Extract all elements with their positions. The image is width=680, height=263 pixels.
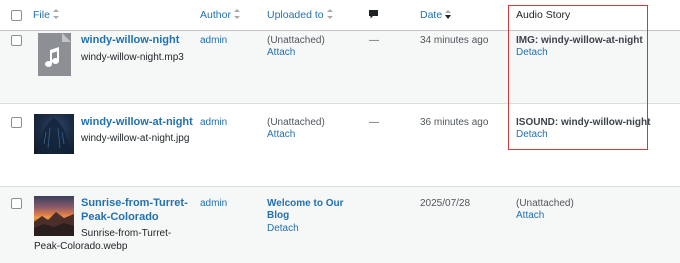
comment-bubble-icon[interactable] <box>368 9 379 23</box>
uploaded-to-post-link-cont[interactable]: Blog <box>267 209 289 222</box>
row-checkbox[interactable] <box>11 35 22 46</box>
column-file[interactable]: File <box>33 9 59 21</box>
date-value: 2025/07/28 <box>420 198 471 209</box>
column-author-label[interactable]: Author <box>200 9 231 21</box>
column-date[interactable]: Date <box>420 9 452 21</box>
sort-icon <box>233 9 240 19</box>
column-date-label[interactable]: Date <box>420 9 442 21</box>
date-value: 36 minutes ago <box>420 117 489 128</box>
column-uploaded-to-label[interactable]: Uploaded to <box>267 9 324 21</box>
media-title-link[interactable]: windy-willow-night <box>81 33 179 47</box>
attach-link[interactable]: Attach <box>267 128 295 141</box>
sort-icon <box>52 9 59 19</box>
media-title-link-cont[interactable]: Peak-Colorado <box>81 210 159 224</box>
media-filename: Sunrise-from-Turret- <box>81 228 172 239</box>
sunrise-landscape-image[interactable] <box>34 196 74 236</box>
select-all-checkbox[interactable] <box>11 10 22 21</box>
sort-desc-icon <box>445 9 452 19</box>
table-row: Sunrise-from-Turret- Peak-Colorado Sunri… <box>0 187 680 263</box>
author-link[interactable]: admin <box>200 116 227 129</box>
night-tree-image[interactable] <box>34 114 74 154</box>
author-link[interactable]: admin <box>200 34 227 47</box>
sort-icon <box>326 9 333 19</box>
attach-link[interactable]: Attach <box>267 46 295 59</box>
attach-link[interactable]: Attach <box>516 209 544 222</box>
media-filename-cont: Peak-Colorado.webp <box>34 241 128 252</box>
date-value: 34 minutes ago <box>420 35 489 46</box>
row-checkbox[interactable] <box>11 198 22 209</box>
row-checkbox[interactable] <box>11 117 22 128</box>
author-link[interactable]: admin <box>200 197 227 210</box>
column-author[interactable]: Author <box>200 9 240 21</box>
comments-count: — <box>369 117 379 128</box>
media-title-link[interactable]: Sunrise-from-Turret- <box>81 196 188 210</box>
column-file-label[interactable]: File <box>33 9 50 21</box>
media-filename: windy-willow-night.mp3 <box>81 52 184 63</box>
music-note-file-icon[interactable] <box>38 33 71 76</box>
column-uploaded-to[interactable]: Uploaded to <box>267 9 333 21</box>
detach-link[interactable]: Detach <box>267 222 299 235</box>
media-filename: windy-willow-at-night.jpg <box>81 133 190 144</box>
comments-count: — <box>369 35 379 46</box>
audio-story-highlight <box>508 5 648 150</box>
media-title-link[interactable]: windy-willow-at-night <box>81 115 193 129</box>
